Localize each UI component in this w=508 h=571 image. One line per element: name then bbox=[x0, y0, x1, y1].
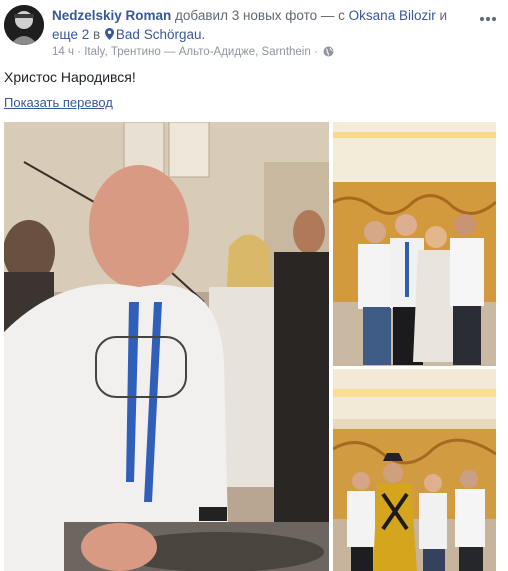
and-text: и bbox=[435, 8, 448, 23]
photo-main[interactable] bbox=[4, 122, 329, 571]
place-text: Italy, Трентино — Альто-Адидже, Sarnthei… bbox=[84, 46, 311, 58]
post-meta: 14 ч · Italy, Трентино — Альто-Адидже, S… bbox=[52, 45, 334, 59]
photo-group-top[interactable] bbox=[333, 122, 496, 366]
in-text: в bbox=[89, 27, 104, 42]
post-text: Христос Народився! bbox=[4, 69, 136, 85]
show-translation-link[interactable]: Показать перевод bbox=[4, 95, 113, 110]
post-header: Nedzelskiy Roman добавил 3 новых фото — … bbox=[52, 6, 472, 44]
meta-separator-2: · bbox=[310, 46, 321, 58]
tagged-person-link[interactable]: Oksana Bilozir bbox=[349, 8, 436, 23]
timestamp-link[interactable]: 14 ч bbox=[52, 46, 74, 58]
action-text: добавил 3 новых фото — с bbox=[171, 8, 349, 23]
end-text: . bbox=[201, 27, 206, 42]
location-pin-icon bbox=[104, 26, 114, 40]
photo-group-bottom[interactable] bbox=[333, 369, 496, 571]
globe-icon[interactable] bbox=[323, 46, 334, 57]
meta-separator: · bbox=[73, 46, 85, 58]
location-link[interactable]: Bad Schörgau bbox=[116, 27, 202, 42]
post-card: Nedzelskiy Roman добавил 3 новых фото — … bbox=[0, 0, 508, 571]
author-avatar[interactable] bbox=[4, 5, 44, 45]
author-name-link[interactable]: Nedzelskiy Roman bbox=[52, 8, 171, 23]
more-options-icon[interactable] bbox=[480, 8, 498, 21]
others-link[interactable]: еще 2 bbox=[52, 27, 89, 42]
